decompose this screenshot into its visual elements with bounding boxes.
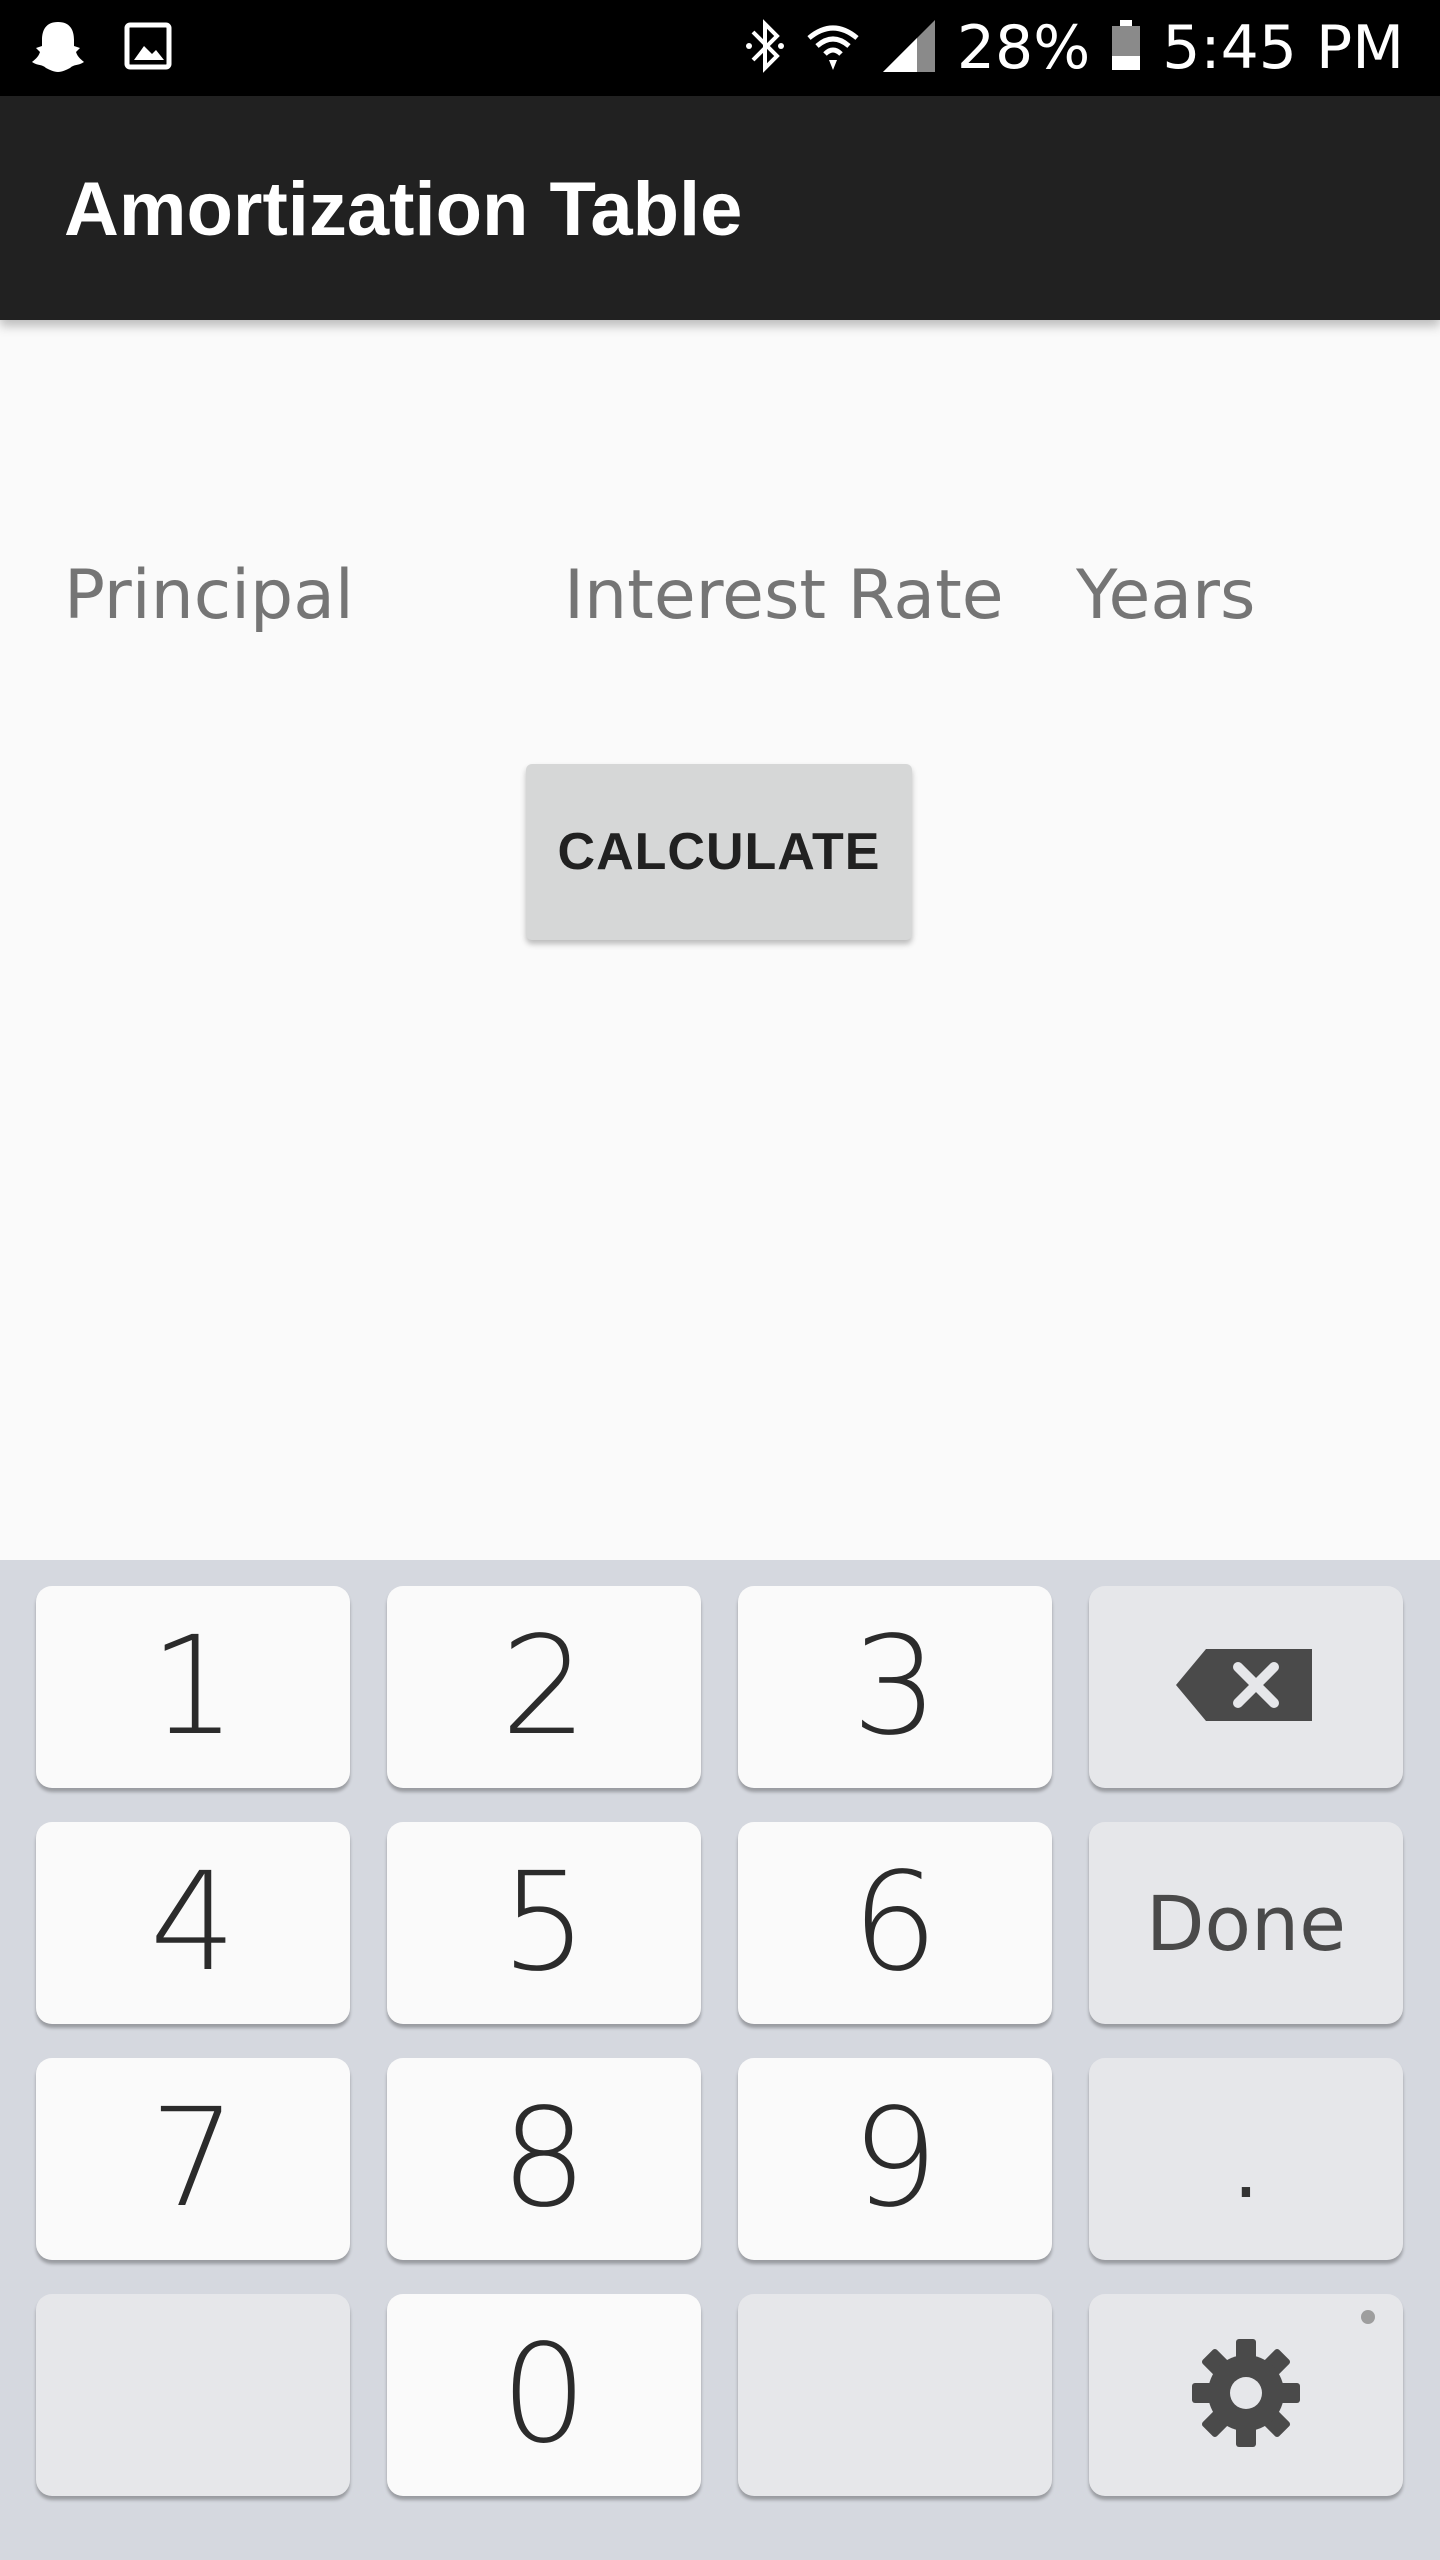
years-input[interactable]: Years	[1076, 556, 1255, 635]
key-9[interactable]: 9	[738, 2058, 1052, 2260]
done-key[interactable]: Done	[1089, 1822, 1403, 2024]
clock: 5:45 PM	[1162, 13, 1404, 83]
interest-rate-input[interactable]: Interest Rate	[564, 556, 1004, 635]
key-1[interactable]: 1	[36, 1586, 350, 1788]
blank-key-left[interactable]	[36, 2294, 350, 2496]
backspace-icon	[1176, 1645, 1316, 1729]
backspace-key[interactable]	[1089, 1586, 1403, 1788]
key-7[interactable]: 7	[36, 2058, 350, 2260]
blank-key-right[interactable]	[738, 2294, 1052, 2496]
bluetooth-icon	[745, 18, 785, 79]
settings-gear-icon	[1190, 2337, 1302, 2453]
app-bar: Amortization Table	[0, 96, 1440, 320]
system-status: 28% 5:45 PM	[745, 12, 1404, 84]
numeric-keyboard: 1 2 3 4 5 6 Done 7 8 9 . 0	[0, 1560, 1440, 2560]
key-8[interactable]: 8	[387, 2058, 701, 2260]
battery-percentage: 28%	[956, 13, 1091, 83]
key-2[interactable]: 2	[387, 1586, 701, 1788]
status-bar: 28% 5:45 PM	[0, 0, 1440, 96]
key-5[interactable]: 5	[387, 1822, 701, 2024]
settings-key[interactable]	[1089, 2294, 1403, 2496]
battery-icon	[1110, 19, 1142, 77]
wifi-icon	[805, 18, 861, 79]
calculate-button[interactable]: CALCULATE	[526, 764, 912, 940]
key-0[interactable]: 0	[387, 2294, 701, 2496]
key-3[interactable]: 3	[738, 1586, 1052, 1788]
notification-icons	[32, 18, 172, 79]
gallery-icon	[124, 22, 172, 75]
principal-input[interactable]: Principal	[64, 556, 354, 635]
signal-icon	[881, 18, 937, 79]
decimal-key[interactable]: .	[1089, 2058, 1403, 2260]
page-title: Amortization Table	[64, 167, 743, 252]
indicator-dot	[1361, 2310, 1375, 2324]
snapchat-icon	[32, 18, 84, 79]
key-4[interactable]: 4	[36, 1822, 350, 2024]
key-6[interactable]: 6	[738, 1822, 1052, 2024]
